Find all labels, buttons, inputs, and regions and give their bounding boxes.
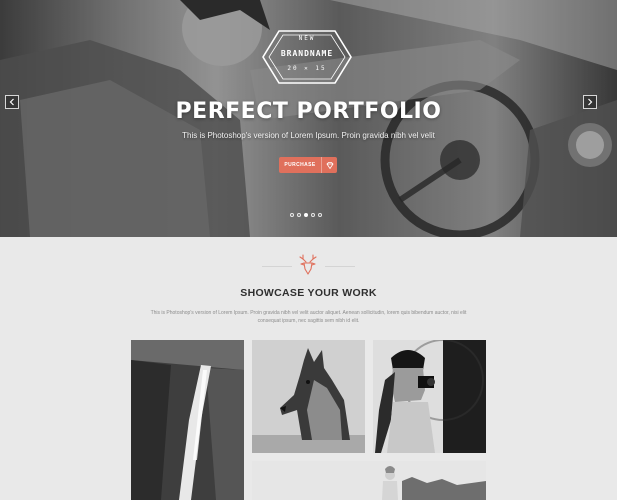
portfolio-tile-beach[interactable] [252,461,486,500]
brand-badge-top: NEW [298,35,316,42]
hero-slider: NEW BRANDNAME 20 ✕ 15 PERFECT PORTFOLIO … [0,0,617,237]
purchase-button[interactable]: PURCHASE [279,157,337,173]
slider-dot-1[interactable] [290,213,294,217]
diamond-icon [321,157,337,173]
portfolio-tile-dog[interactable] [252,340,365,453]
slider-dot-3-active[interactable] [304,213,308,217]
purchase-button-label: PURCHASE [284,162,316,168]
slider-dot-5[interactable] [318,213,322,217]
deer-head-icon [299,254,317,275]
brand-name: BRANDNAME [280,49,334,58]
hero-subtitle: This is Photoshop's version of Lorem Ips… [182,131,435,140]
slider-pagination [290,213,322,217]
divider-right [325,266,355,267]
chevron-left-icon [9,98,14,106]
dog-image [252,340,365,453]
showcase-description: This is Photoshop's version of Lorem Ips… [150,310,467,324]
portfolio-tile-photographer[interactable] [373,340,486,453]
slider-dot-4[interactable] [311,213,315,217]
waterfall-image [131,340,244,500]
brand-logo-badge: NEW BRANDNAME 20 ✕ 15 [259,27,355,87]
slider-next-button[interactable] [583,95,597,109]
brand-badge-year: 20 ✕ 15 [287,65,327,72]
showcase-title: SHOWCASE YOUR WORK [240,287,377,299]
divider-left [262,266,292,267]
portfolio-tile-waterfall[interactable] [131,340,244,500]
chevron-right-icon [588,98,593,106]
hero-title: PERFECT PORTFOLIO [175,99,442,124]
slider-prev-button[interactable] [5,95,19,109]
beach-image [252,461,486,500]
photographer-image [373,340,486,453]
slider-dot-2[interactable] [297,213,301,217]
